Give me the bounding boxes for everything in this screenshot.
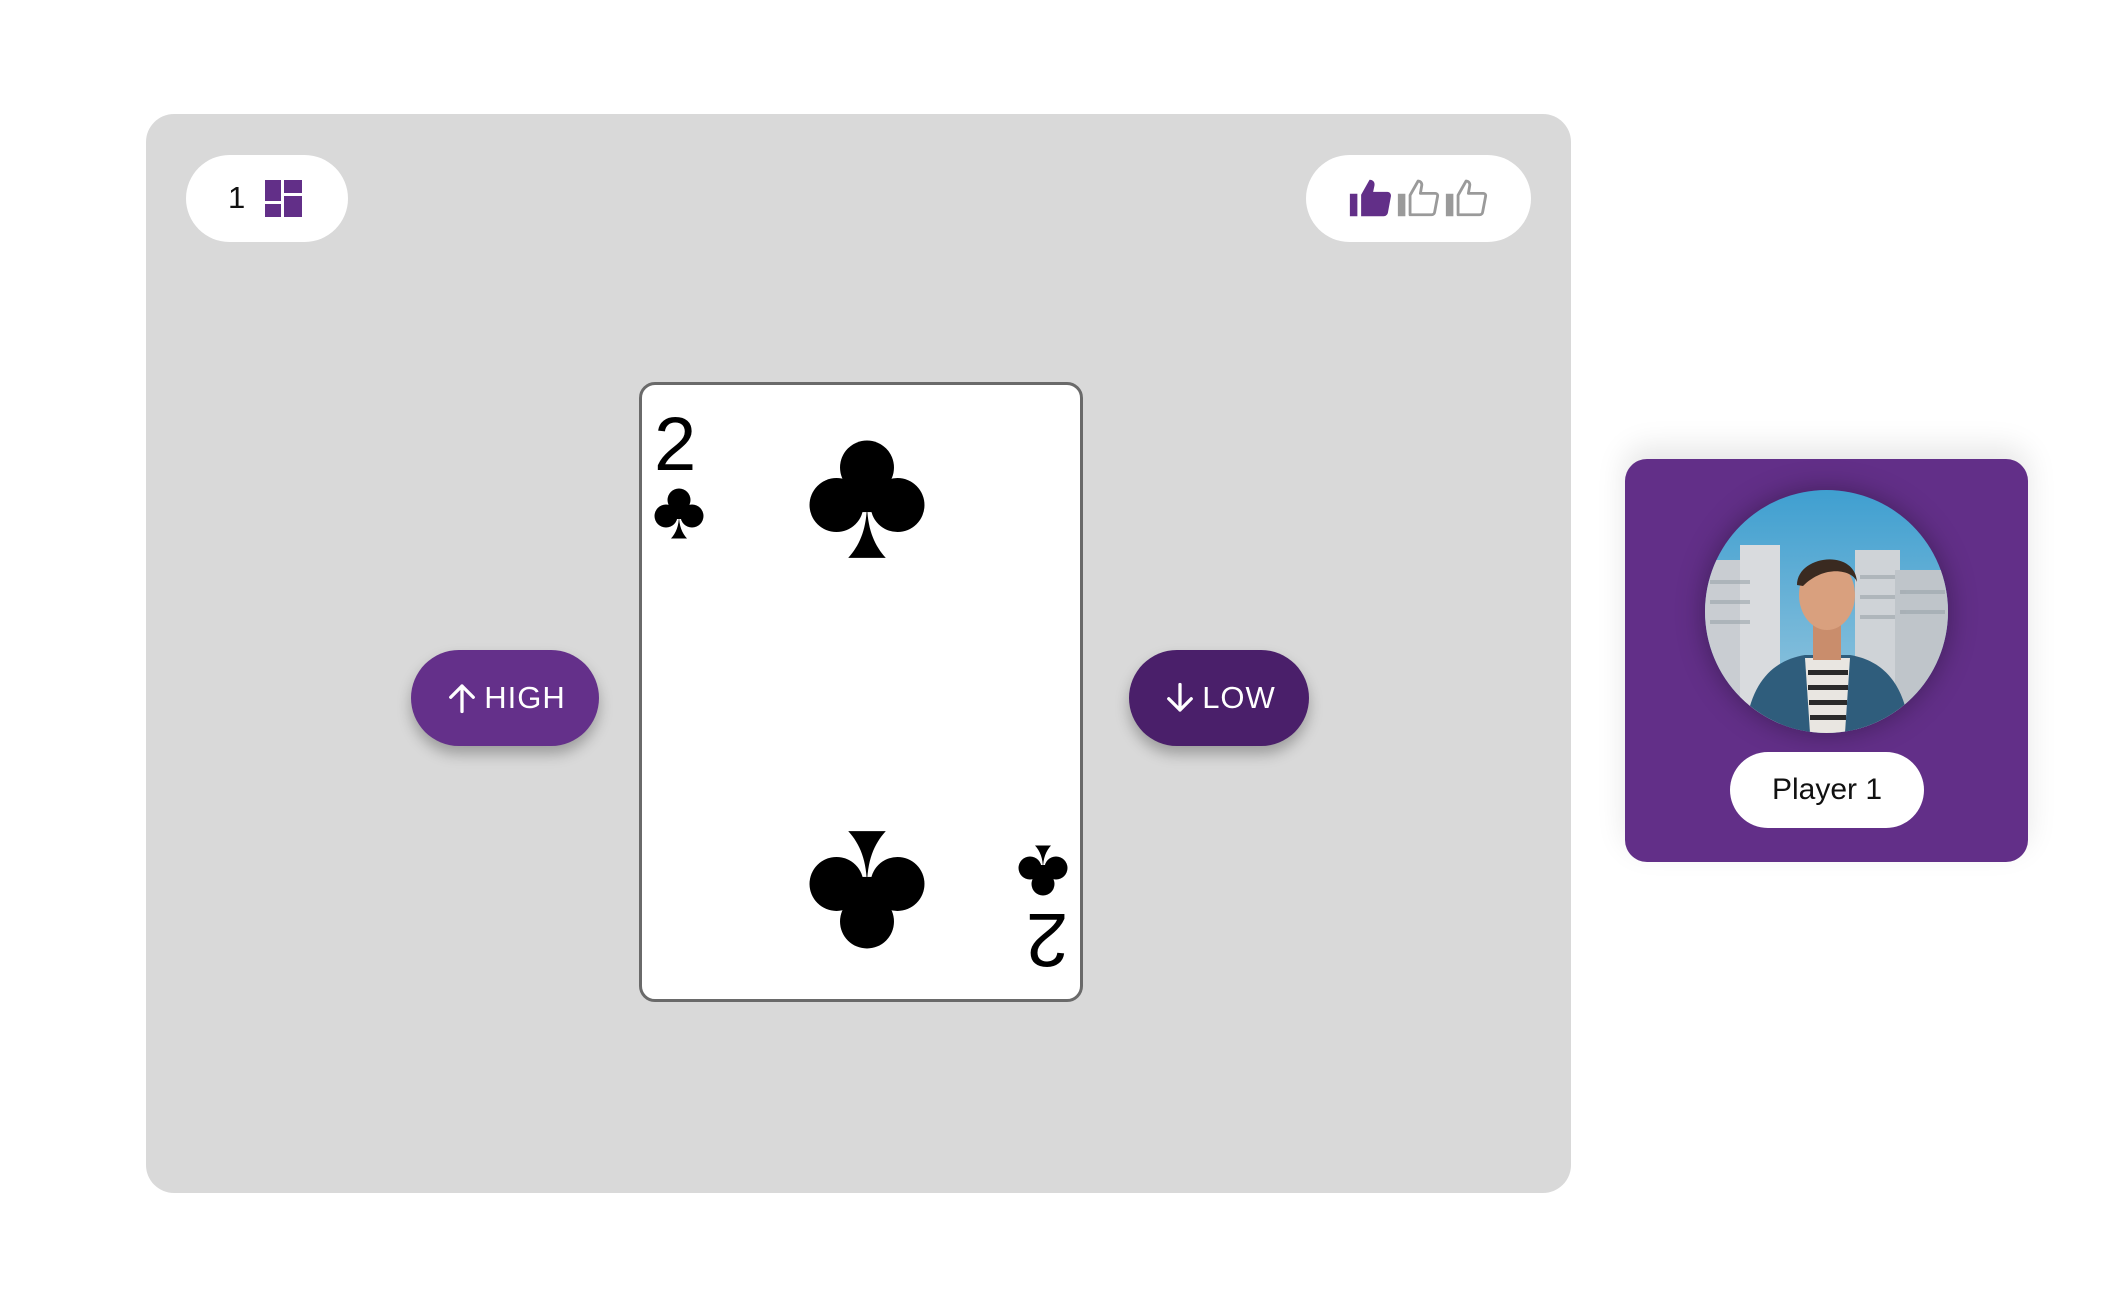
deck-count: 1 bbox=[228, 180, 246, 215]
player-name-badge: Player 1 bbox=[1730, 752, 1924, 828]
arrow-down-icon bbox=[1162, 680, 1198, 716]
high-button[interactable]: HIGH bbox=[411, 650, 599, 746]
deck-grid-icon bbox=[265, 180, 302, 217]
arrow-up-icon bbox=[444, 680, 480, 716]
club-pip-icon bbox=[808, 830, 926, 952]
playing-card: 2 2 bbox=[639, 382, 1083, 1002]
lives-indicator bbox=[1306, 155, 1531, 242]
club-suit-icon bbox=[654, 487, 704, 539]
deck-counter: 1 bbox=[186, 155, 348, 242]
life-1-thumbs-up-icon bbox=[1348, 175, 1393, 220]
low-button-label: LOW bbox=[1202, 680, 1276, 715]
game-screen: 1 HIGH 2 2 LOW Player 1 bbox=[0, 0, 2118, 1292]
game-board: 1 HIGH 2 2 LOW bbox=[146, 114, 1571, 1193]
card-rank-bottom: 2 bbox=[1025, 897, 1068, 982]
player-panel: Player 1 bbox=[1625, 459, 2028, 862]
life-2-thumbs-up-icon bbox=[1396, 175, 1441, 220]
club-pip-icon bbox=[808, 437, 926, 559]
life-3-thumbs-up-icon bbox=[1444, 175, 1489, 220]
club-suit-icon bbox=[1018, 845, 1068, 897]
player-avatar bbox=[1705, 490, 1948, 733]
card-rank-top: 2 bbox=[654, 402, 697, 487]
high-button-label: HIGH bbox=[484, 680, 566, 715]
low-button[interactable]: LOW bbox=[1129, 650, 1309, 746]
